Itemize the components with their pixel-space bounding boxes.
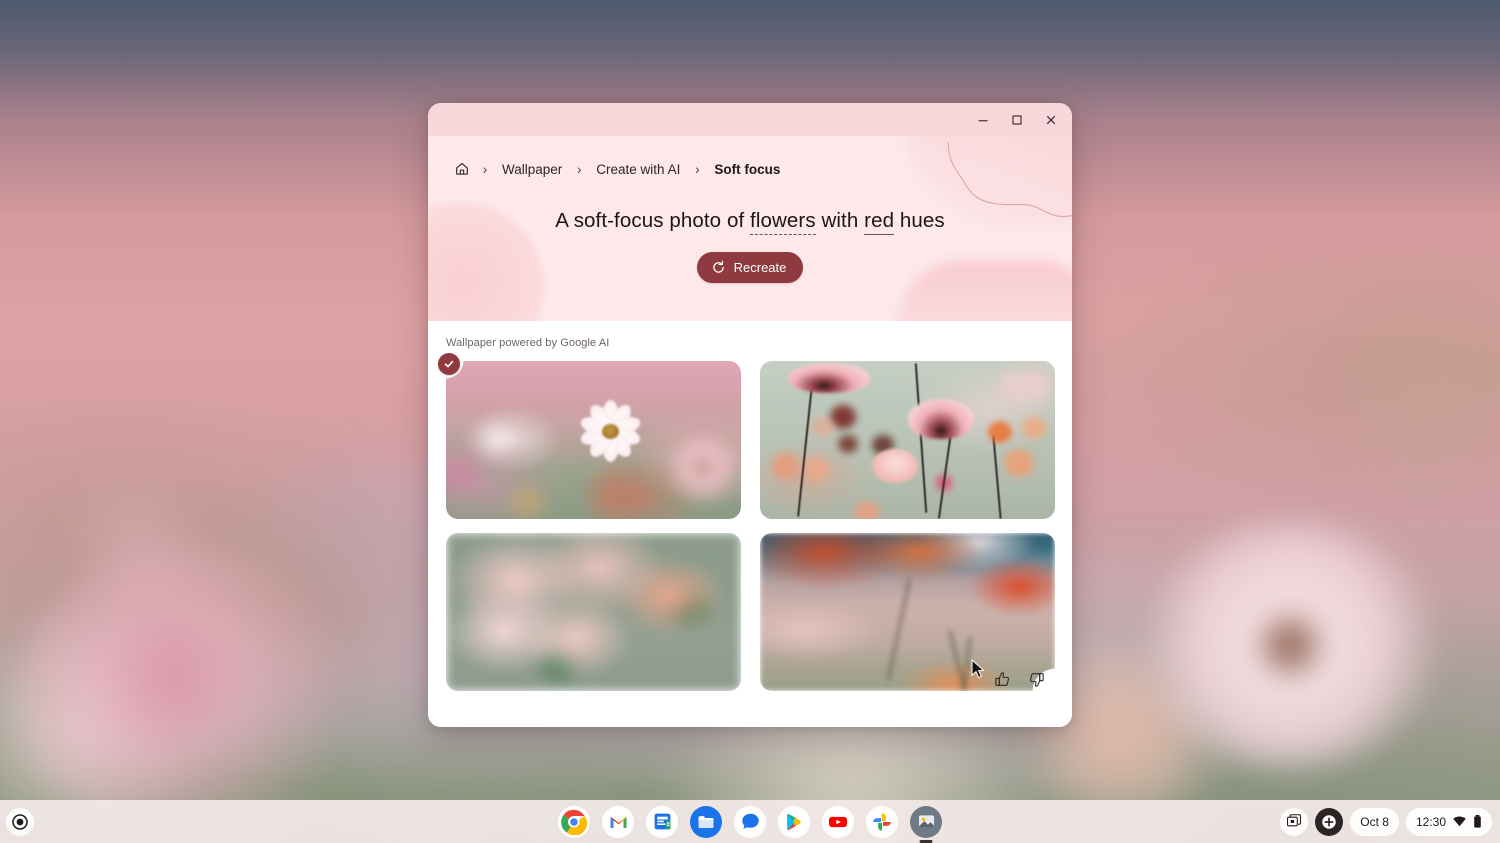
files-icon [698, 815, 714, 828]
status-area: Oct 8 12:30 [1280, 807, 1492, 836]
thumbs-down-icon [1029, 672, 1044, 687]
thumbs-up-icon [994, 671, 1009, 686]
minimize-button[interactable] [966, 105, 1000, 135]
thumbs-up-button[interactable] [990, 667, 1014, 691]
docs-icon [654, 813, 670, 830]
generated-image-art [446, 533, 741, 691]
breadcrumb-separator: › [577, 161, 582, 177]
shelf: Oct 8 12:30 [0, 800, 1500, 843]
wallpaper-option-2[interactable] [760, 361, 1055, 519]
shelf-app-files[interactable] [690, 805, 722, 838]
generated-image-art [760, 361, 1055, 519]
launcher-icon [12, 813, 28, 830]
shelf-app-messages[interactable] [734, 805, 766, 838]
shelf-app-play-store[interactable] [778, 805, 810, 838]
daisy-flower [568, 395, 652, 467]
breadcrumb-item-wallpaper[interactable]: Wallpaper [496, 159, 568, 180]
breadcrumb: › Wallpaper › Create with AI › Soft focu… [428, 136, 1072, 180]
wallpaper-option-2-image [760, 361, 1055, 519]
wallpaper-bokeh-flower [20, 545, 350, 843]
wallpaper-results-grid [438, 353, 1055, 691]
home-icon [456, 163, 468, 175]
thumbs-down-button[interactable] [1024, 667, 1048, 691]
shelf-active-indicator [919, 840, 933, 843]
messages-icon [741, 813, 759, 829]
date-label: Oct 8 [1360, 814, 1389, 829]
desktop: › Wallpaper › Create with AI › Soft focu… [0, 0, 1500, 843]
plus-circle-icon [1322, 814, 1337, 829]
refresh-icon [712, 260, 724, 273]
recreate-button[interactable]: Recreate [696, 251, 804, 283]
screen-capture-button[interactable] [1280, 807, 1309, 836]
selected-check-badge [438, 353, 460, 375]
attribution-text: Wallpaper powered by Google AI [446, 337, 610, 349]
chrome-icon [561, 809, 587, 835]
wallpaper-app-icon [918, 815, 934, 828]
wallpaper-bokeh-flower [1140, 520, 1440, 770]
shelf-app-chrome[interactable] [558, 805, 590, 838]
maximize-icon [1012, 114, 1022, 125]
shelf-app-list [558, 805, 942, 843]
wallpaper-app-window: › Wallpaper › Create with AI › Soft focu… [428, 103, 1072, 727]
shelf-app-photos[interactable] [866, 805, 898, 838]
wallpaper-option-3[interactable] [446, 533, 741, 691]
minimize-icon [978, 119, 988, 121]
breadcrumb-item-create-with-ai[interactable]: Create with AI [590, 159, 686, 180]
prompt-token-subject[interactable]: flowers [750, 209, 816, 235]
feedback-bar [976, 660, 1057, 695]
window-titlebar [428, 103, 1072, 136]
youtube-icon [829, 816, 847, 827]
photos-icon [873, 812, 891, 831]
breadcrumb-home-link[interactable] [450, 158, 474, 180]
shelf-app-docs[interactable] [646, 805, 678, 838]
wallpaper-option-1-image [446, 361, 741, 519]
wallpaper-option-4[interactable] [760, 533, 1055, 691]
shelf-app-wallpaper[interactable] [910, 805, 942, 843]
date-pill[interactable]: Oct 8 [1350, 807, 1399, 836]
play-store-icon [787, 813, 801, 830]
clock-label: 12:30 [1415, 814, 1446, 829]
close-button[interactable] [1034, 105, 1068, 135]
gmail-icon [610, 816, 626, 828]
breadcrumb-separator: › [482, 161, 488, 177]
generated-image-art [446, 361, 741, 519]
app-header: › Wallpaper › Create with AI › Soft focu… [428, 136, 1072, 321]
check-icon [444, 360, 454, 368]
maximize-button[interactable] [1000, 105, 1034, 135]
breadcrumb-item-current: Soft focus [714, 161, 781, 177]
prompt-part-2: with [815, 209, 865, 232]
shelf-app-gmail[interactable] [602, 805, 634, 838]
battery-icon [1474, 815, 1481, 828]
quick-action-button[interactable] [1315, 807, 1344, 836]
screen-capture-icon [1286, 814, 1301, 827]
prompt-container: A soft-focus photo of flowers with red h… [428, 208, 1072, 235]
wallpaper-option-1[interactable] [438, 353, 741, 519]
results-body: Wallpaper powered by Google AI [428, 321, 1072, 727]
system-tray-pill[interactable]: 12:30 [1405, 807, 1492, 836]
prompt-part-3: hues [894, 209, 945, 232]
close-icon [1046, 115, 1056, 124]
recreate-button-label: Recreate [733, 259, 787, 275]
prompt-token-color[interactable]: red [864, 209, 895, 235]
launcher-button[interactable] [6, 807, 34, 836]
prompt-text: A soft-focus photo of flowers with red h… [555, 208, 945, 235]
shelf-app-youtube[interactable] [822, 805, 854, 838]
wallpaper-option-3-image [446, 533, 741, 691]
prompt-part-1: A soft-focus photo of [555, 209, 751, 232]
wifi-icon [1453, 816, 1466, 827]
breadcrumb-separator: › [695, 161, 700, 177]
recreate-container: Recreate [428, 251, 1072, 283]
